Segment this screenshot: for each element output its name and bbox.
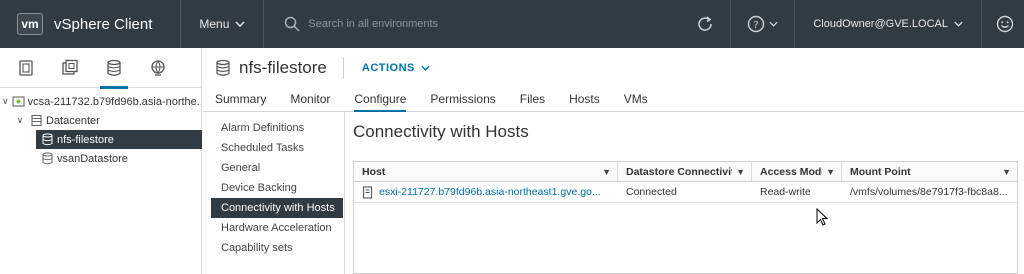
panel-title: Connectivity with Hosts [353, 122, 529, 141]
configure-item-capability-sets[interactable]: Capability sets [211, 238, 343, 258]
chevron-down-icon[interactable]: ∨ [14, 115, 26, 126]
help-icon: ? [748, 15, 765, 33]
configure-item-hardware-acceleration[interactable]: Hardware Acceleration [211, 218, 343, 238]
access-mode-cell: Read-write [760, 186, 811, 198]
tree-item-label: Datacenter [46, 114, 100, 127]
datacenter-icon [29, 114, 43, 128]
host-link[interactable]: esxi-211727.b79fd96b.asia-northeast1.gve… [379, 186, 601, 198]
help-button[interactable]: ? [731, 0, 794, 48]
mouse-cursor-icon [816, 208, 828, 226]
actions-label: ACTIONS [361, 62, 415, 74]
chevron-down-icon[interactable]: ∨ [2, 96, 9, 107]
tab-storage[interactable] [92, 48, 136, 89]
tree-item-vcenter[interactable]: ∨ vcsa-211732.b79fd96b.asia-northe... [0, 92, 201, 111]
navigator-tabs [0, 48, 201, 89]
column-host[interactable]: Host ▼ [354, 162, 618, 181]
tree-item-nfs-filestore[interactable]: nfs-filestore [36, 130, 202, 149]
object-header: nfs-filestore ACTIONS [203, 48, 1024, 88]
connectivity-cell: Connected [626, 186, 677, 198]
chevron-down-icon [421, 65, 430, 71]
configure-item-scheduled-tasks[interactable]: Scheduled Tasks [211, 138, 343, 158]
tree-item-label: nfs-filestore [57, 133, 114, 146]
smiley-icon [996, 15, 1014, 33]
user-name: CloudOwner@GVE.LOCAL [813, 18, 948, 30]
chevron-down-icon [769, 21, 778, 27]
object-workspace: nfs-filestore ACTIONS Summary Monitor Co… [203, 48, 1024, 274]
refresh-icon [698, 16, 713, 31]
configure-item-device-backing[interactable]: Device Backing [211, 178, 343, 198]
storage-icon [107, 59, 121, 76]
app-title: vSphere Client [54, 15, 153, 33]
chevron-down-icon [954, 21, 963, 27]
tree-item-datacenter[interactable]: ∨ Datacenter [0, 111, 201, 130]
filter-icon[interactable]: ▼ [602, 167, 611, 177]
datastore-icon [40, 133, 54, 147]
column-label: Datastore Connectivity [626, 165, 733, 178]
column-label: Access Mode [760, 165, 823, 178]
user-menu[interactable]: CloudOwner@GVE.LOCAL [795, 0, 981, 48]
configure-divider [344, 112, 345, 274]
tab-monitor[interactable]: Monitor [290, 92, 330, 111]
inventory-navigator: ∨ vcsa-211732.b79fd96b.asia-northe... ∨ … [0, 48, 202, 274]
tab-configure[interactable]: Configure [354, 92, 407, 112]
column-label: Host [362, 165, 386, 178]
actions-button[interactable]: ACTIONS [362, 62, 430, 74]
tab-hosts[interactable]: Hosts [569, 92, 600, 111]
mount-point-cell: /vmfs/volumes/8e7917f3-fbc8a8... [850, 186, 1008, 198]
configure-item-general[interactable]: General [211, 158, 343, 178]
host-cell[interactable]: esxi-211727.b79fd96b.asia-northeast1.gve… [354, 182, 618, 202]
tab-files[interactable]: Files [520, 92, 545, 111]
hosts-and-clusters-icon [19, 59, 33, 76]
feedback-button[interactable] [982, 0, 1024, 48]
vms-and-templates-icon [62, 59, 78, 75]
table-row[interactable]: esxi-211727.b79fd96b.asia-northeast1.gve… [354, 182, 1017, 203]
search-input[interactable]: Search in all environments [308, 18, 438, 30]
vmware-logo: vm [17, 13, 43, 35]
datastore-icon [40, 152, 54, 166]
configure-item-connectivity-with-hosts[interactable]: Connectivity with Hosts [211, 198, 343, 218]
search-icon [285, 16, 300, 32]
object-title: nfs-filestore [239, 58, 327, 77]
hosts-grid: Host ▼ Datastore Connectivity ▼ Access M… [353, 161, 1018, 274]
column-datastore-connectivity[interactable]: Datastore Connectivity ▼ [618, 162, 752, 181]
filter-icon[interactable]: ▼ [1002, 167, 1011, 177]
chevron-down-icon [235, 21, 245, 27]
filter-icon[interactable]: ▼ [826, 167, 835, 177]
configure-menu: Alarm Definitions Scheduled Tasks Genera… [211, 118, 343, 258]
tree-item-label: vsanDatastore [57, 152, 128, 165]
filter-icon[interactable]: ▼ [736, 167, 745, 177]
top-header: vm vSphere Client Menu Search in all env… [0, 0, 1024, 48]
svg-text:?: ? [754, 20, 759, 31]
refresh-button[interactable] [680, 0, 730, 48]
inventory-tree: ∨ vcsa-211732.b79fd96b.asia-northe... ∨ … [0, 88, 202, 168]
menu-label: Menu [199, 17, 230, 31]
object-tabs: Summary Monitor Configure Permissions Fi… [203, 88, 1024, 112]
host-icon [362, 185, 373, 199]
tab-networking[interactable] [136, 48, 180, 88]
tab-vms[interactable]: VMs [624, 92, 648, 111]
datastore-icon [216, 59, 230, 76]
tab-hosts-and-clusters[interactable] [4, 48, 48, 88]
vcenter-icon [12, 95, 25, 109]
grid-header: Host ▼ Datastore Connectivity ▼ Access M… [354, 162, 1017, 182]
column-mount-point[interactable]: Mount Point ▼ [842, 162, 1017, 181]
networking-icon [151, 59, 165, 76]
global-search[interactable]: Search in all environments [284, 16, 664, 32]
column-label: Mount Point [850, 165, 911, 178]
tab-permissions[interactable]: Permissions [430, 92, 495, 111]
column-access-mode[interactable]: Access Mode ▼ [752, 162, 842, 181]
tab-vms-and-templates[interactable] [48, 48, 92, 88]
tree-item-label: vcsa-211732.b79fd96b.asia-northe... [27, 95, 201, 108]
title-divider [342, 57, 344, 79]
tab-summary[interactable]: Summary [215, 92, 266, 111]
menu-button[interactable]: Menu [181, 0, 263, 48]
configure-item-alarm-definitions[interactable]: Alarm Definitions [211, 118, 343, 138]
header-divider [263, 0, 265, 48]
tree-item-vsandatastore[interactable]: vsanDatastore [0, 149, 201, 168]
